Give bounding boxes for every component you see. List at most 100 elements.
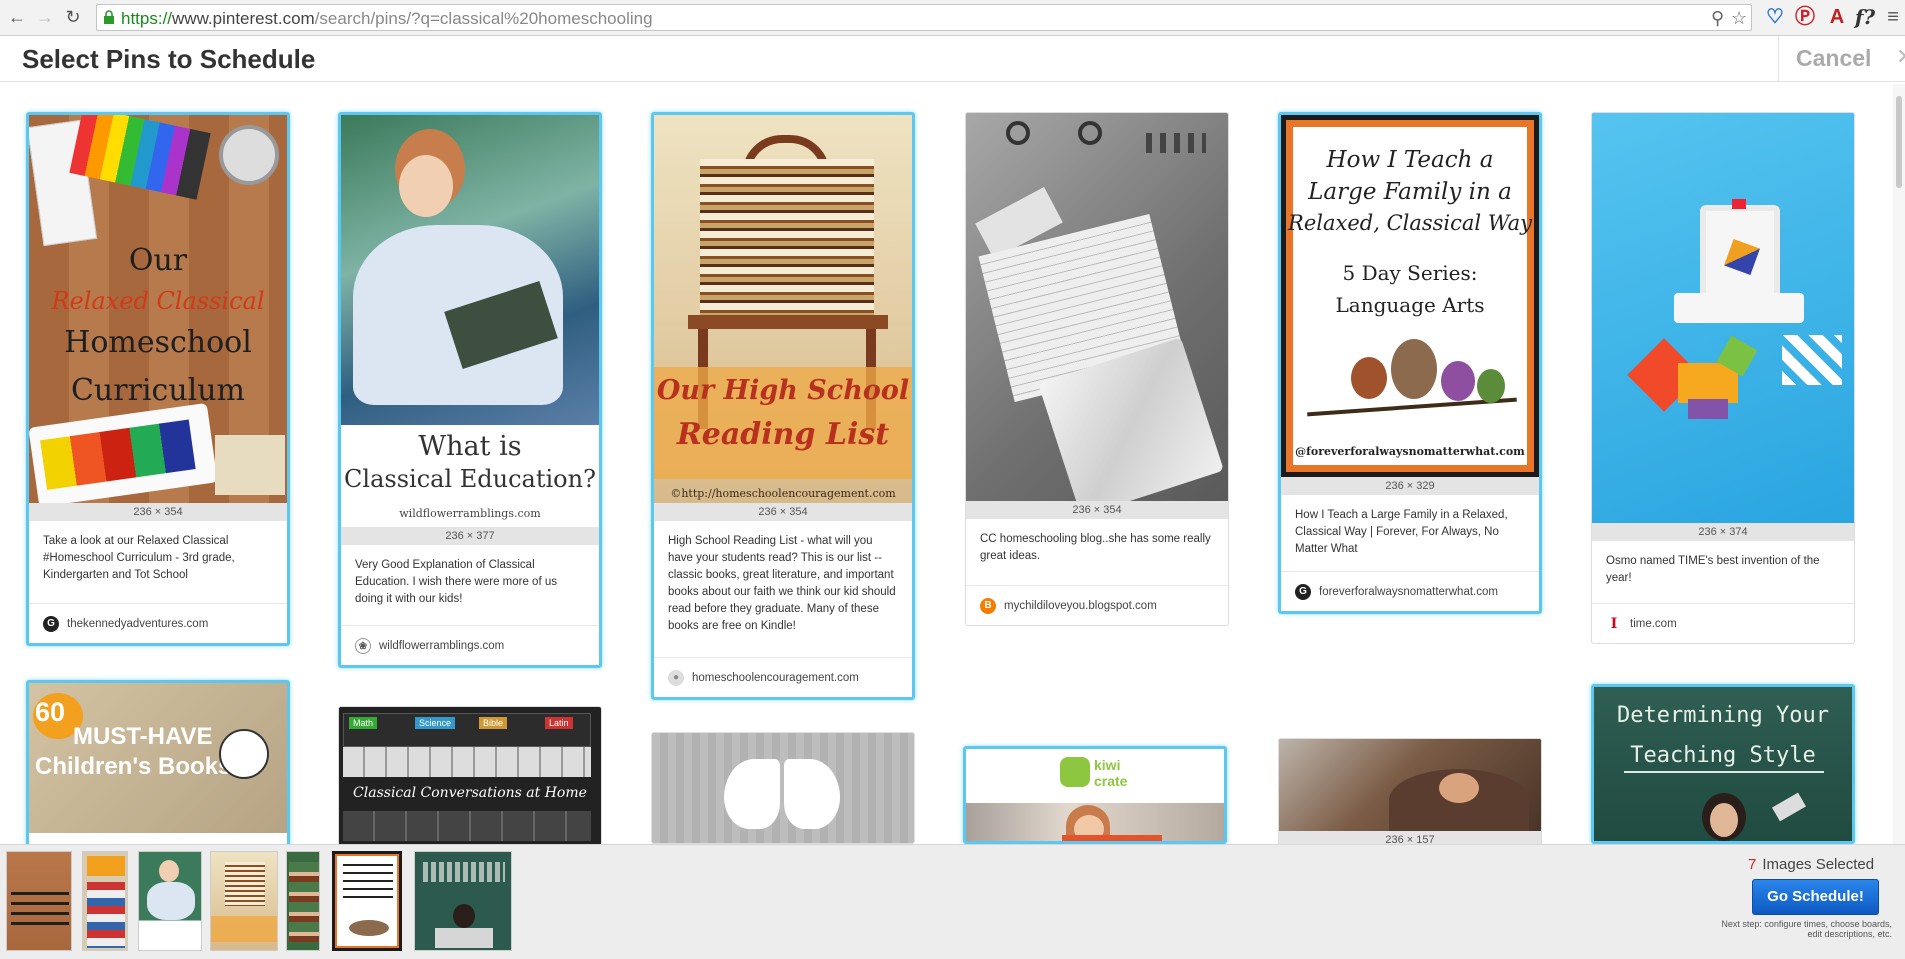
source-avatar-icon: G: [43, 615, 59, 632]
pin-source[interactable]: G foreverforalwaysnomatterwhat.com: [1281, 571, 1539, 611]
pin-card[interactable]: Our High School Reading List ©http://hom…: [651, 112, 915, 700]
pin-source[interactable]: ● homeschoolencouragement.com: [654, 657, 912, 697]
source-domain: thekennedyadventures.com: [67, 617, 209, 630]
pin-image-text: Our High School: [656, 375, 910, 406]
pinterest-icon[interactable]: Ⓟ: [1794, 5, 1816, 29]
pin-description: Very Good Explanation of Classical Educa…: [355, 559, 557, 605]
scrollbar-track[interactable]: [1893, 84, 1905, 844]
pin-source[interactable]: ❀ wildflowerramblings.com: [341, 625, 599, 665]
pin-image-text: Science: [415, 717, 456, 729]
pin-source[interactable]: I time.com: [1592, 603, 1854, 643]
pin-card[interactable]: 60 MUST-HAVE Children's Books: [26, 680, 290, 844]
lock-icon: [104, 10, 114, 24]
pin-dimensions: 236 × 157: [1279, 831, 1541, 844]
pin-image-text: Reading List: [676, 417, 890, 452]
selected-thumbnail[interactable]: [6, 851, 72, 951]
selected-thumbnail[interactable]: [286, 851, 320, 951]
pin-image: Determining Your Teaching Style: [1594, 687, 1852, 841]
pin-image-text: kiwi: [1094, 757, 1121, 773]
pin-image-text: Latin: [545, 717, 573, 729]
pin-source[interactable]: B mychildiloveyou.blogspot.com: [966, 585, 1228, 625]
source-avatar-icon: G: [1295, 583, 1311, 600]
pin-image-text: 60: [35, 697, 66, 727]
pin-image: Math Science Bible Latin Classical Conve…: [339, 707, 601, 844]
pin-image-text: Classical Education?: [344, 465, 596, 493]
pin-card[interactable]: How I Teach a Large Family in a Relaxed,…: [1278, 112, 1542, 614]
pin-card[interactable]: 236 × 374 Osmo named TIME's best inventi…: [1591, 112, 1855, 644]
source-avatar-icon: B: [980, 597, 996, 614]
zoom-icon[interactable]: ⚲: [1711, 8, 1724, 29]
pin-image-text: crate: [1094, 773, 1128, 789]
source-domain: homeschoolencouragement.com: [692, 671, 859, 684]
pin-image: Our High School Reading List ©http://hom…: [654, 115, 912, 503]
pin-description: Osmo named TIME's best invention of the …: [1606, 555, 1820, 584]
scrollbar-thumb[interactable]: [1896, 96, 1902, 188]
selected-thumbnail[interactable]: [414, 851, 512, 951]
pin-dimensions: 236 × 354: [654, 503, 912, 521]
close-icon[interactable]: ✕: [1896, 44, 1905, 70]
acrobat-icon[interactable]: A: [1826, 5, 1848, 29]
selected-thumbnail[interactable]: [138, 851, 202, 951]
pin-description: Take a look at our Relaxed Classical #Ho…: [43, 535, 235, 581]
pin-image-text: What is: [418, 431, 522, 462]
divider: [1778, 36, 1779, 82]
cancel-button[interactable]: Cancel: [1796, 45, 1871, 72]
url-text: https://www.pinterest.com/search/pins/?q…: [121, 9, 653, 28]
pin-image: 60 MUST-HAVE Children's Books: [29, 683, 287, 844]
selection-tray: 7 Images Selected Go Schedule! Next step:…: [0, 844, 1905, 959]
selected-thumbnail[interactable]: [82, 851, 128, 951]
pin-card[interactable]: 236 × 157: [1278, 738, 1542, 844]
source-domain: time.com: [1630, 617, 1677, 630]
pin-image: Our Relaxed Classical Homeschool Curricu…: [29, 115, 287, 503]
pin-dimensions: 236 × 329: [1281, 477, 1539, 495]
pin-description: CC homeschooling blog..she has some real…: [980, 533, 1211, 562]
star-icon[interactable]: ☆: [1731, 8, 1747, 29]
pin-image-text: Large Family in a: [1308, 179, 1512, 205]
pin-description: High School Reading List - what will you…: [668, 535, 896, 632]
browser-toolbar: ← → ↻ https://www.pinterest.com/search/p…: [0, 0, 1905, 36]
selected-count: 7 Images Selected: [1748, 856, 1874, 873]
address-bar[interactable]: https://www.pinterest.com/search/pins/?q…: [96, 4, 1752, 31]
pin-image: [652, 733, 914, 843]
pin-image-text: Relaxed Classical: [51, 287, 265, 315]
pin-card[interactable]: Math Science Bible Latin Classical Conve…: [338, 706, 602, 844]
pin-image-text: ©http://homeschoolencouragement.com: [670, 487, 896, 500]
pin-dimensions: 236 × 354: [29, 503, 287, 521]
font-icon[interactable]: f?: [1854, 5, 1876, 29]
next-step-hint: Next step: configure times, choose board…: [1721, 919, 1892, 939]
pin-card[interactable]: [651, 732, 915, 844]
back-icon[interactable]: ←: [6, 6, 28, 28]
pin-card[interactable]: What is Classical Education? wildflowerr…: [338, 112, 602, 668]
go-schedule-button[interactable]: Go Schedule!: [1752, 879, 1879, 915]
pin-image-text: @foreverforalwaysnomatterwhat.com: [1295, 445, 1525, 458]
pin-source[interactable]: G thekennedyadventures.com: [29, 603, 287, 643]
pin-description: How I Teach a Large Family in a Relaxed,…: [1295, 509, 1508, 555]
pin-dimensions: 236 × 354: [966, 501, 1228, 519]
forward-icon[interactable]: →: [34, 6, 56, 28]
selected-thumbnail[interactable]: [332, 851, 402, 951]
pin-dimensions: 236 × 377: [341, 527, 599, 545]
extension-icon[interactable]: ♡: [1764, 5, 1786, 29]
pin-image: [1279, 739, 1541, 831]
source-domain: foreverforalwaysnomatterwhat.com: [1319, 585, 1498, 598]
pin-image-text: 5 Day Series:: [1342, 261, 1478, 285]
reload-icon[interactable]: ↻: [62, 6, 84, 28]
pin-image-text: Language Arts: [1335, 293, 1485, 317]
source-avatar-icon: ❀: [355, 637, 371, 654]
selected-thumbnail[interactable]: [210, 851, 278, 951]
pin-image: What is Classical Education? wildflowerr…: [341, 115, 599, 527]
pin-image-text: Children's Books: [35, 753, 232, 780]
pin-card[interactable]: 236 × 354 CC homeschooling blog..she has…: [965, 112, 1229, 626]
pin-image-text: MUST-HAVE: [73, 723, 213, 750]
menu-icon[interactable]: ≡: [1882, 5, 1904, 29]
page-title: Select Pins to Schedule: [22, 44, 316, 74]
source-domain: wildflowerramblings.com: [379, 639, 505, 652]
source-avatar-icon: I: [1606, 615, 1622, 632]
pin-image: [966, 113, 1228, 501]
pin-card[interactable]: Determining Your Teaching Style: [1591, 684, 1855, 844]
pin-card[interactable]: kiwi crate: [963, 746, 1227, 844]
pin-image-text: Our: [128, 243, 188, 278]
pin-image-text: How I Teach a: [1326, 147, 1494, 173]
selected-count-number: 7: [1748, 856, 1757, 873]
pin-card[interactable]: Our Relaxed Classical Homeschool Curricu…: [26, 112, 290, 646]
